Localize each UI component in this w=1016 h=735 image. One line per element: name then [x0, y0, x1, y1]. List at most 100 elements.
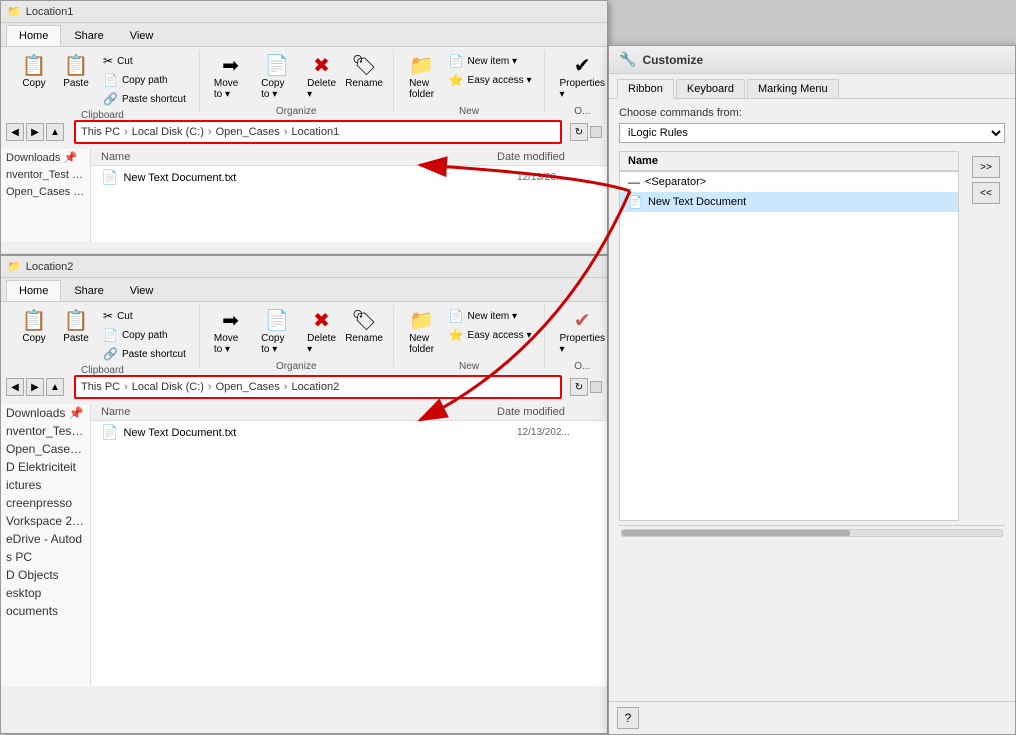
easy-access-label-2: Easy access ▾ [468, 330, 532, 341]
dialog-tab-keyboard[interactable]: Keyboard [676, 79, 745, 98]
dialog-title-text: Customize [642, 53, 703, 67]
tab-share-1[interactable]: Share [61, 25, 116, 46]
easy-access-button-2[interactable]: ⭐ Easy access ▾ [444, 326, 537, 344]
properties-button-2[interactable]: ✔ Properties ▾ [553, 307, 611, 359]
easy-access-button-1[interactable]: ⭐ Easy access ▾ [444, 71, 537, 89]
tab-home-2[interactable]: Home [6, 280, 61, 301]
copy-path-button-1[interactable]: 📄 Copy path [98, 71, 191, 89]
clipboard-label-1: Clipboard [81, 108, 124, 121]
refresh-button-2[interactable]: ↻ [570, 378, 588, 396]
path-open-cases-2[interactable]: Open_Cases [216, 381, 280, 393]
sidebar-pictures-2[interactable]: ictures [1, 476, 90, 494]
new-item-button-1[interactable]: 📄 New item ▾ [444, 52, 537, 70]
move-icon-2: ➡ [222, 311, 239, 331]
forward-button-2[interactable]: ▶ [26, 378, 44, 396]
file-icon-1-0: 📄 [101, 169, 118, 186]
path-this-pc-2[interactable]: This PC [81, 381, 120, 393]
sidebar-inventor-1[interactable]: nventor_Test 📌 [1, 166, 90, 183]
paste-shortcut-button-1[interactable]: 🔗 Paste shortcut [98, 90, 191, 108]
tab-share-2[interactable]: Share [61, 280, 116, 301]
command-scroll-area[interactable]: — <Separator> 📄 New Text Document [619, 171, 959, 521]
address-bar-2[interactable]: This PC › Local Disk (C:) › Open_Cases ›… [74, 375, 562, 399]
new-small-group-2: 📄 New item ▾ ⭐ Easy access ▾ [444, 307, 537, 344]
back-button-1[interactable]: ◀ [6, 123, 24, 141]
sidebar-open-cases-2[interactable]: Open_Cases 📌 [1, 440, 90, 458]
paste-label-2: Paste [63, 333, 89, 344]
back-button-2[interactable]: ◀ [6, 378, 24, 396]
file-item-1-0[interactable]: 📄 New Text Document.txt 12/13/20... [91, 166, 607, 189]
sidebar-edrive-2[interactable]: eDrive - Autod [1, 530, 90, 548]
rename-button-2[interactable]: 🏷 Rename [344, 307, 385, 348]
delete-button-1[interactable]: ✖ Delete ▾ [301, 52, 341, 104]
new-item-button-2[interactable]: 📄 New item ▾ [444, 307, 537, 325]
new-folder-button-1[interactable]: 📁 Newfolder [402, 52, 442, 104]
up-button-1[interactable]: ▲ [46, 123, 64, 141]
copy-to-button-2[interactable]: 📄 Copy to ▾ [255, 307, 299, 359]
tab-home-1[interactable]: Home [6, 25, 61, 46]
paste-button-1[interactable]: 📋 Paste [56, 52, 96, 93]
file-item-2-0[interactable]: 📄 New Text Document.txt 12/13/202... [91, 421, 607, 444]
sidebar-pc-2[interactable]: s PC [1, 548, 90, 566]
add-arrow-button[interactable]: >> [972, 156, 1000, 178]
properties-button-1[interactable]: ✔ Properties ▾ [553, 52, 611, 104]
dialog-tab-ribbon[interactable]: Ribbon [617, 79, 674, 99]
sidebar-desktop-2[interactable]: esktop [1, 584, 90, 602]
help-button[interactable]: ? [617, 707, 639, 729]
path-this-pc-1[interactable]: This PC [81, 126, 120, 138]
new-folder-label-2: Newfolder [409, 333, 434, 355]
rename-button-1[interactable]: 🏷 Rename [344, 52, 385, 93]
up-button-2[interactable]: ▲ [46, 378, 64, 396]
dropdown-arrow-1[interactable] [590, 126, 602, 138]
delete-label-1: Delete ▾ [307, 78, 336, 100]
tab-view-1[interactable]: View [117, 25, 167, 46]
command-separator[interactable]: — <Separator> [620, 172, 958, 192]
path-open-cases-1[interactable]: Open_Cases [216, 126, 280, 138]
move-to-button-2[interactable]: ➡ Move to ▾ [208, 307, 253, 359]
cut-button-1[interactable]: ✂ Cut [98, 52, 191, 70]
copy-path-button-2[interactable]: 📄 Copy path [98, 326, 191, 344]
commands-dropdown[interactable]: iLogic Rules [619, 123, 1005, 143]
sidebar-downloads-1[interactable]: Downloads 📌 [1, 149, 90, 166]
props-label-2: Properties ▾ [559, 333, 605, 355]
sidebar-downloads-2[interactable]: Downloads 📌 [1, 404, 90, 422]
sidebar-open-cases-1[interactable]: Open_Cases 📌 [1, 183, 90, 200]
paste-shortcut-button-2[interactable]: 🔗 Paste shortcut [98, 345, 191, 363]
path-drive-1[interactable]: Local Disk (C:) [132, 126, 204, 138]
copy-button-1[interactable]: 📋 Copy [14, 52, 54, 93]
paste-button-2[interactable]: 📋 Paste [56, 307, 96, 348]
copy-to-button-1[interactable]: 📄 Copy to ▾ [255, 52, 299, 104]
sidebar-screen-2[interactable]: creenpresso [1, 494, 90, 512]
address-bar-1[interactable]: This PC › Local Disk (C:) › Open_Cases ›… [74, 120, 562, 144]
name-col-header-1: Name [101, 151, 497, 163]
organize-buttons-2: ➡ Move to ▾ 📄 Copy to ▾ ✖ Delete ▾ 🏷 Ren… [208, 307, 385, 359]
sidebar-workspace-2[interactable]: Vorkspace 2023 [1, 512, 90, 530]
clipboard-small-group-2: ✂ Cut 📄 Copy path 🔗 Paste shortcut [98, 307, 191, 363]
tab-view-2[interactable]: View [117, 280, 167, 301]
delete-button-2[interactable]: ✖ Delete ▾ [301, 307, 341, 359]
copy-button-2[interactable]: 📋 Copy [14, 307, 54, 348]
cut-button-2[interactable]: ✂ Cut [98, 307, 191, 325]
new-label-1: New [459, 104, 479, 117]
move-to-button-1[interactable]: ➡ Move to ▾ [208, 52, 253, 104]
new-item-label-2: New item ▾ [468, 311, 517, 322]
remove-arrow-button[interactable]: << [972, 182, 1000, 204]
new-folder-button-2[interactable]: 📁 Newfolder [402, 307, 442, 359]
file-date-1-0: 12/13/20... [517, 172, 597, 183]
sidebar-inventor-2[interactable]: nventor_Test 📌 [1, 422, 90, 440]
copy-path-label-2: Copy path [122, 330, 168, 341]
sidebar-docs-2[interactable]: ocuments [1, 602, 90, 620]
refresh-button-1[interactable]: ↻ [570, 123, 588, 141]
dialog-tab-marking[interactable]: Marking Menu [747, 79, 839, 98]
dropdown-arrow-2[interactable] [590, 381, 602, 393]
forward-button-1[interactable]: ▶ [26, 123, 44, 141]
path-location-1[interactable]: Location1 [291, 126, 339, 138]
dialog-scrollbar-h[interactable] [619, 525, 1005, 539]
sidebar-3d-2[interactable]: D Objects [1, 566, 90, 584]
sidebar-elec-2[interactable]: D Elektriciteit [1, 458, 90, 476]
scrollbar-h-track [621, 529, 1003, 537]
path-drive-2[interactable]: Local Disk (C:) [132, 381, 204, 393]
separator-icon: — [628, 175, 640, 189]
command-new-text-doc[interactable]: 📄 New Text Document [620, 192, 958, 212]
delete-icon-2: ✖ [313, 311, 330, 331]
path-location-2[interactable]: Location2 [291, 381, 339, 393]
